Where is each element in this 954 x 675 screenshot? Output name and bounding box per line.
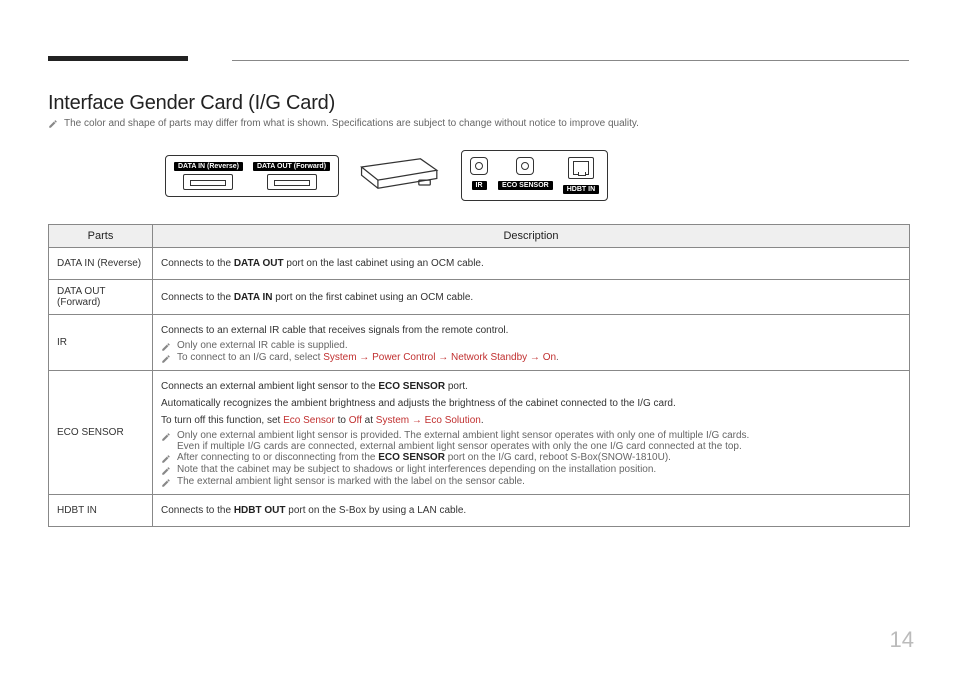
port-label-ir: IR: [472, 181, 487, 190]
hdmi-port-icon: [183, 174, 233, 190]
rj45-port-icon: [568, 157, 594, 179]
port-data-out: DATA OUT (Forward): [253, 162, 330, 190]
part-desc: Connects to the DATA IN port on the firs…: [153, 280, 910, 315]
port-data-in: DATA IN (Reverse): [174, 162, 243, 190]
part-desc: Connects an external ambient light senso…: [153, 371, 910, 495]
th-parts: Parts: [49, 225, 153, 248]
port-label-eco: ECO SENSOR: [498, 181, 553, 190]
pencil-icon: [161, 454, 171, 464]
pencil-icon: [48, 119, 58, 129]
pencil-icon: [161, 354, 171, 364]
parts-table: Parts Description DATA IN (Reverse) Conn…: [48, 224, 910, 527]
diagram-row: DATA IN (Reverse) DATA OUT (Forward) IR …: [165, 150, 608, 201]
port-ir: IR: [470, 157, 488, 190]
port-hdbt: HDBT IN: [563, 157, 599, 194]
hdmi-port-icon: [267, 174, 317, 190]
diagram-ports-right: IR ECO SENSOR HDBT IN: [461, 150, 608, 201]
part-name: DATA OUT (Forward): [49, 280, 153, 315]
part-desc: Connects to an external IR cable that re…: [153, 315, 910, 371]
th-description: Description: [153, 225, 910, 248]
part-name: DATA IN (Reverse): [49, 248, 153, 280]
part-name: HDBT IN: [49, 495, 153, 527]
card-board-icon: [355, 155, 445, 197]
page-title: Interface Gender Card (I/G Card): [48, 92, 335, 115]
circle-port-icon: [470, 157, 488, 175]
part-desc: Connects to the HDBT OUT port on the S-B…: [153, 495, 910, 527]
part-name: IR: [49, 315, 153, 371]
table-header-row: Parts Description: [49, 225, 910, 248]
port-label-data-out: DATA OUT (Forward): [253, 162, 330, 171]
port-label-hdbt: HDBT IN: [563, 185, 599, 194]
table-row: ECO SENSOR Connects an external ambient …: [49, 371, 910, 495]
circle-port-icon: [516, 157, 534, 175]
pencil-icon: [161, 478, 171, 488]
table-row: DATA IN (Reverse) Connects to the DATA O…: [49, 248, 910, 280]
part-name: ECO SENSOR: [49, 371, 153, 495]
top-note-text: The color and shape of parts may differ …: [64, 118, 639, 129]
table-row: HDBT IN Connects to the HDBT OUT port on…: [49, 495, 910, 527]
pencil-icon: [161, 432, 171, 442]
pencil-icon: [161, 342, 171, 352]
table-row: DATA OUT (Forward) Connects to the DATA …: [49, 280, 910, 315]
top-note: The color and shape of parts may differ …: [48, 118, 639, 129]
menu-path: System → Power Control → Network Standby…: [323, 352, 556, 363]
port-label-data-in: DATA IN (Reverse): [174, 162, 243, 171]
header-rule-bold: [48, 56, 188, 61]
pencil-icon: [161, 466, 171, 476]
port-eco: ECO SENSOR: [498, 157, 553, 190]
part-desc: Connects to the DATA OUT port on the las…: [153, 248, 910, 280]
diagram-ports-left: DATA IN (Reverse) DATA OUT (Forward): [165, 155, 339, 197]
header-rule: [232, 60, 909, 61]
table-row: IR Connects to an external IR cable that…: [49, 315, 910, 371]
page-number: 14: [890, 627, 914, 653]
